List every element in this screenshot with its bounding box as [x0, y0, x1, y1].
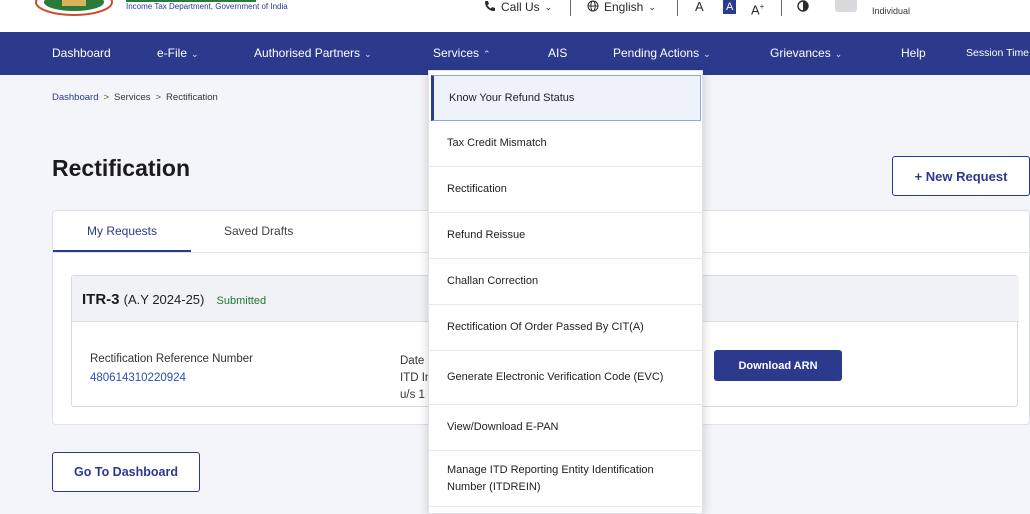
breadcrumb-services[interactable]: Services [114, 92, 150, 103]
font-normal-button[interactable]: A [723, 0, 737, 14]
nav-label: Help [901, 46, 926, 60]
avatar[interactable] [835, 0, 857, 12]
nav-ais[interactable]: AIS [548, 32, 567, 75]
ref-number-link[interactable]: 480614310220924 [90, 372, 186, 384]
nav-authorised-partners[interactable]: Authorised Partners ⌄ [254, 32, 372, 75]
top-header: Income Tax Department, Government of Ind… [0, 0, 1030, 32]
menu-item-itdrein[interactable]: Manage ITD Reporting Entity Identificati… [429, 451, 702, 507]
nav-label: Grievances [770, 46, 831, 60]
font-increase-sup: + [759, 2, 765, 11]
services-dropdown: Know Your Refund Status Tax Credit Misma… [428, 70, 703, 514]
language-label: English [604, 0, 644, 14]
header-separator [781, 0, 782, 16]
nav-pending-actions[interactable]: Pending Actions ⌄ [613, 32, 711, 75]
status-badge: Submitted [216, 295, 267, 307]
chevron-down-icon: ⌄ [834, 49, 843, 59]
chevron-up-icon: ⌃ [483, 49, 491, 59]
nav-label: Session Time [966, 47, 1030, 59]
menu-item-tax-credit-mismatch[interactable]: Tax Credit Mismatch [429, 121, 702, 167]
language-menu[interactable]: English ⌄ [587, 0, 661, 14]
menu-item-refund-reissue[interactable]: Refund Reissue [429, 213, 702, 259]
nav-label: AIS [548, 46, 568, 60]
globe-icon [587, 0, 599, 15]
nav-label: Authorised Partners [254, 46, 361, 60]
call-us-label: Call Us [501, 0, 540, 14]
nav-label: Dashboard [52, 46, 111, 60]
page-title: Rectification [52, 155, 191, 181]
new-request-label: + New Request [914, 168, 1008, 184]
breadcrumb-separator: > [155, 92, 162, 103]
menu-item-rectification[interactable]: Rectification [429, 167, 702, 213]
header-separator [570, 0, 571, 16]
request-title: ITR-3 (A.Y 2024-25) Submitted [82, 291, 266, 308]
go-to-dashboard-button[interactable]: Go To Dashboard [52, 452, 200, 492]
department-subtitle: Income Tax Department, Government of Ind… [126, 2, 288, 11]
nav-session-time: Session Time [966, 32, 1029, 75]
nav-grievances[interactable]: Grievances ⌄ [770, 32, 842, 75]
nav-dashboard[interactable]: Dashboard [52, 32, 111, 75]
emblem-logo[interactable] [34, 0, 114, 16]
nav-services[interactable]: Services ⌃ [433, 32, 491, 75]
menu-item-challan-correction[interactable]: Challan Correction [429, 259, 702, 305]
header-separator [677, 0, 678, 16]
contrast-toggle[interactable] [797, 0, 809, 14]
breadcrumb: Dashboard > Services > Rectification [52, 92, 218, 103]
nav-label: e-File [157, 46, 188, 60]
font-decrease-button[interactable]: A [695, 0, 704, 14]
nav-help[interactable]: Help [901, 32, 926, 75]
menu-item-rectification-cita[interactable]: Rectification Of Order Passed By CIT(A) [429, 305, 702, 351]
nav-label: Services [433, 46, 480, 60]
tab-saved-drafts[interactable]: Saved Drafts [224, 211, 293, 252]
main-nav: Dashboard e-File ⌄ Authorised Partners ⌄ S… [0, 32, 1030, 75]
download-arn-button[interactable]: Download ARN [714, 350, 842, 381]
contrast-icon [797, 0, 809, 15]
menu-item-epan[interactable]: View/Download E-PAN [429, 405, 702, 451]
user-role: Individual [872, 6, 911, 16]
font-increase-button[interactable]: A+ [751, 0, 765, 18]
font-increase-label: A [751, 2, 760, 18]
tab-my-requests[interactable]: My Requests [53, 211, 191, 252]
chevron-down-icon: ⌄ [191, 49, 199, 59]
assessment-year: (A.Y 2024-25) [123, 292, 205, 307]
menu-item-refund-status[interactable]: Know Your Refund Status [431, 75, 701, 121]
chevron-down-icon: ⌄ [648, 1, 656, 12]
menu-item-generate-evc[interactable]: Generate Electronic Verification Code (E… [429, 351, 702, 405]
chevron-down-icon: ⌄ [544, 1, 553, 12]
call-us-menu[interactable]: Call Us ⌄ [484, 0, 557, 14]
itr-form: ITR-3 [82, 291, 120, 308]
breadcrumb-current: Rectification [166, 92, 218, 103]
breadcrumb-dashboard[interactable]: Dashboard [52, 92, 98, 103]
phone-icon [484, 0, 496, 15]
chevron-down-icon: ⌄ [703, 49, 711, 59]
breadcrumb-separator: > [103, 92, 110, 103]
ref-number-label: Rectification Reference Number [90, 353, 253, 365]
new-request-button[interactable]: + New Request [892, 156, 1030, 196]
nav-label: Pending Actions [613, 46, 700, 60]
nav-efile[interactable]: e-File ⌄ [157, 32, 199, 75]
chevron-down-icon: ⌄ [364, 49, 372, 59]
